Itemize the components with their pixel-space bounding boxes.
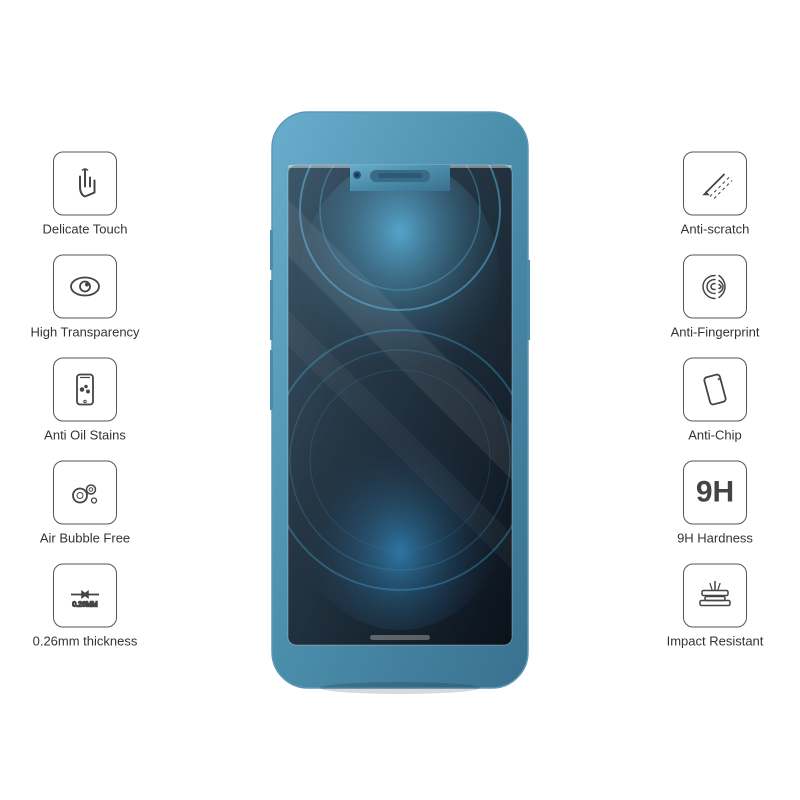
feature-anti-oil-stains: Anti Oil Stains <box>10 358 160 443</box>
phone-svg <box>270 70 530 730</box>
svg-text:0.26MM: 0.26MM <box>72 602 97 609</box>
anti-chip-icon-box <box>683 358 747 422</box>
hand-pointer-icon <box>66 165 104 203</box>
high-transparency-icon-box <box>53 255 117 319</box>
features-right: Anti-scratch Anti-Fingerprint <box>640 152 790 649</box>
feature-anti-scratch: Anti-scratch <box>640 152 790 237</box>
feature-high-transparency: High Transparency <box>10 255 160 340</box>
fingerprint-icon <box>696 268 734 306</box>
eye-icon <box>66 268 104 306</box>
feature-thickness: 0.26MM 0.26mm thickness <box>10 564 160 649</box>
feature-9h-hardness: 9H 9H Hardness <box>640 461 790 546</box>
anti-oil-stains-label: Anti Oil Stains <box>44 428 126 443</box>
phone-mockup-center <box>260 60 540 740</box>
anti-scratch-icon-box <box>683 152 747 216</box>
thickness-icon-box: 0.26MM <box>53 564 117 628</box>
impact-resistant-label: Impact Resistant <box>667 634 764 649</box>
delicate-touch-icon-box <box>53 152 117 216</box>
anti-fingerprint-label: Anti-Fingerprint <box>671 325 760 340</box>
9h-hardness-icon-box: 9H <box>683 461 747 525</box>
anti-scratch-label: Anti-scratch <box>681 222 750 237</box>
features-left: Delicate Touch High Transparency <box>10 152 160 649</box>
impact-icon <box>696 577 734 615</box>
thickness-icon: 0.26MM <box>66 577 104 615</box>
9h-hardness-label: 9H Hardness <box>677 531 753 546</box>
thickness-label: 0.26mm thickness <box>33 634 138 649</box>
anti-oil-stains-icon-box <box>53 358 117 422</box>
air-bubble-free-icon-box <box>53 461 117 525</box>
feature-air-bubble-free: Air Bubble Free <box>10 461 160 546</box>
feature-anti-fingerprint: Anti-Fingerprint <box>640 255 790 340</box>
bubbles-icon <box>66 474 104 512</box>
delicate-touch-label: Delicate Touch <box>42 222 127 237</box>
phone-chip-icon <box>696 371 734 409</box>
anti-chip-label: Anti-Chip <box>688 428 741 443</box>
phone-stains-icon <box>66 371 104 409</box>
feature-anti-chip: Anti-Chip <box>640 358 790 443</box>
air-bubble-free-label: Air Bubble Free <box>40 531 130 546</box>
impact-resistant-icon-box <box>683 564 747 628</box>
feature-impact-resistant: Impact Resistant <box>640 564 790 649</box>
scratch-icon <box>696 165 734 203</box>
high-transparency-label: High Transparency <box>30 325 139 340</box>
anti-fingerprint-icon-box <box>683 255 747 319</box>
9h-text: 9H <box>696 476 734 510</box>
main-container: Delicate Touch High Transparency <box>0 0 800 800</box>
feature-delicate-touch: Delicate Touch <box>10 152 160 237</box>
